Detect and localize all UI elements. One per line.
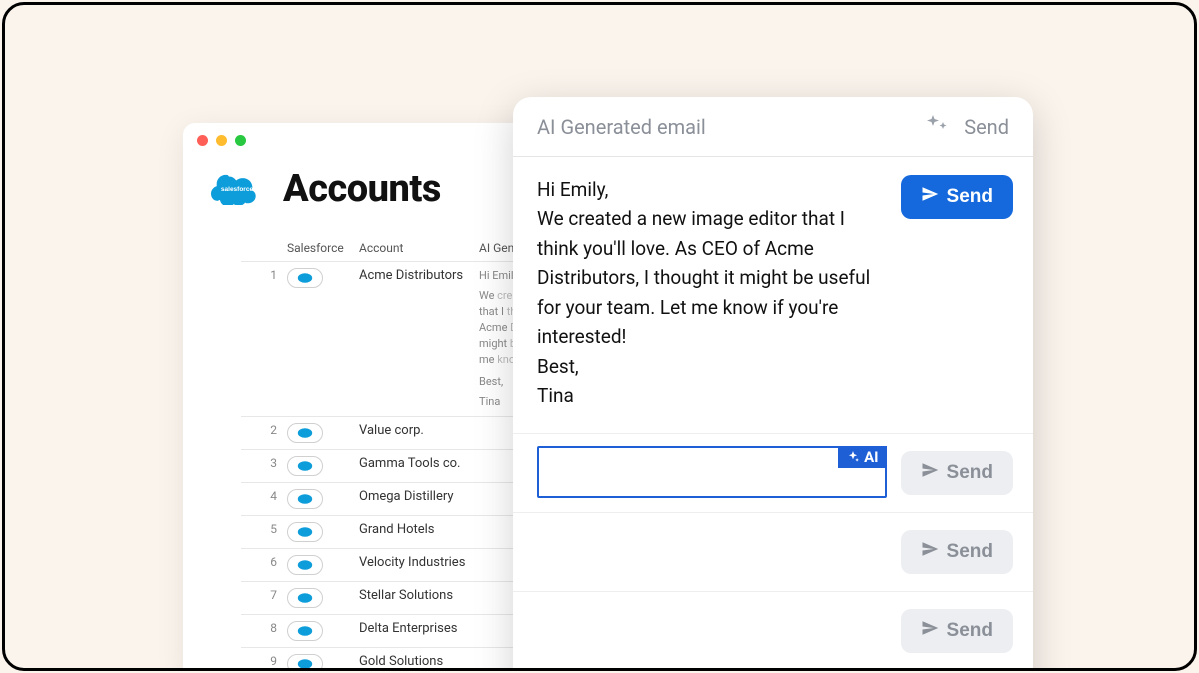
window-controls (197, 135, 246, 146)
paper-plane-icon (921, 185, 939, 209)
salesforce-pill[interactable] (287, 621, 323, 641)
overlay-send-header: Send (964, 115, 1009, 139)
salesforce-pill[interactable] (287, 489, 323, 509)
overlay-row: Send (513, 513, 1033, 592)
send-button-label: Send (947, 186, 993, 208)
send-button-label: Send (947, 620, 993, 642)
salesforce-pill[interactable] (287, 588, 323, 608)
row-number: 5 (241, 522, 287, 536)
row-number: 4 (241, 489, 287, 503)
salesforce-pill[interactable] (287, 654, 323, 672)
overlay-header: AI Generated email Send (513, 97, 1033, 157)
account-name: Gold Solutions (359, 654, 479, 669)
sparkle-icon (924, 113, 950, 140)
zoom-icon[interactable] (235, 135, 246, 146)
col-account: Account (359, 241, 479, 255)
overlay-row: Send (513, 592, 1033, 671)
send-button-label: Send (947, 541, 993, 563)
row-number: 8 (241, 621, 287, 635)
overlay-body-row: Hi Emily, We created a new image editor … (513, 157, 1033, 434)
app-frame: salesforce Accounts Salesforce Account A… (2, 2, 1197, 671)
svg-text:salesforce: salesforce (221, 186, 254, 193)
send-button[interactable]: Send (901, 451, 1013, 495)
send-button[interactable]: Send (901, 530, 1013, 574)
send-button[interactable]: Send (901, 609, 1013, 653)
paper-plane-icon (921, 540, 939, 564)
close-icon[interactable] (197, 135, 208, 146)
send-button-label: Send (947, 462, 993, 484)
salesforce-logo-icon: salesforce (211, 169, 263, 209)
paper-plane-icon (921, 461, 939, 485)
row-number: 2 (241, 423, 287, 437)
send-button[interactable]: Send (901, 175, 1013, 219)
overlay-title: AI Generated email (537, 115, 910, 139)
account-name: Acme Distributors (359, 268, 479, 283)
overlay-row: Send (513, 671, 1033, 672)
row-number: 7 (241, 588, 287, 602)
paper-plane-icon (921, 619, 939, 643)
email-overlay-panel: AI Generated email Send Hi Emily, We cre… (513, 97, 1033, 671)
account-name: Gamma Tools co. (359, 456, 479, 471)
account-name: Grand Hotels (359, 522, 479, 537)
row-number: 1 (241, 268, 287, 282)
account-name: Delta Enterprises (359, 621, 479, 636)
row-number: 9 (241, 654, 287, 668)
salesforce-pill[interactable] (287, 268, 323, 288)
generated-email-text: Hi Emily, We created a new image editor … (537, 175, 885, 411)
ai-tag: AI (838, 446, 886, 468)
salesforce-pill[interactable] (287, 555, 323, 575)
overlay-row: AI Send (513, 434, 1033, 513)
salesforce-pill[interactable] (287, 423, 323, 443)
row-number: 3 (241, 456, 287, 470)
salesforce-pill[interactable] (287, 522, 323, 542)
account-name: Stellar Solutions (359, 588, 479, 603)
salesforce-pill[interactable] (287, 456, 323, 476)
account-name: Omega Distillery (359, 489, 479, 504)
ai-generating-box[interactable]: AI (537, 446, 887, 498)
account-name: Value corp. (359, 423, 479, 438)
col-salesforce: Salesforce (287, 241, 359, 255)
ai-tag-label: AI (864, 448, 878, 466)
row-number: 6 (241, 555, 287, 569)
minimize-icon[interactable] (216, 135, 227, 146)
brand-header: salesforce Accounts (211, 167, 441, 211)
page-title: Accounts (283, 167, 441, 211)
account-name: Velocity Industries (359, 555, 479, 570)
